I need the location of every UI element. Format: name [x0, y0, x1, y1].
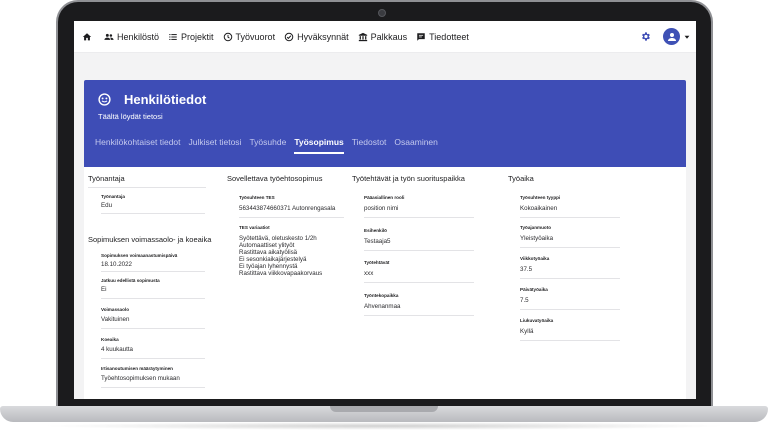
- tab-henkilokohtaiset-tiedot[interactable]: Henkilökohtaiset tiedot: [95, 137, 181, 154]
- user-avatar[interactable]: [663, 28, 680, 45]
- nav-hyvaksynnat[interactable]: Hyväksynnät: [284, 32, 349, 42]
- field-value: Testaaja5: [364, 238, 391, 245]
- section-title-tes: Sovellettava työehtosopimus: [227, 174, 323, 183]
- field-value: 4 kuukautta: [101, 346, 133, 353]
- divider: [520, 278, 620, 279]
- list-icon: [169, 33, 177, 40]
- top-navigation: Henkilöstö Projektit Työvuorot Hyväksynn…: [74, 21, 696, 53]
- bank-icon: [358, 32, 367, 41]
- field-label: Esihenkilö: [364, 228, 387, 233]
- divider: [239, 217, 344, 218]
- nav-tiedotteet[interactable]: Tiedotteet: [416, 32, 469, 42]
- field-label-tes-variants: TES variaatiot: [239, 225, 270, 230]
- nav-label: Henkilöstö: [117, 31, 160, 42]
- nav-home[interactable]: [82, 32, 95, 42]
- field-label: Työtehtävät: [364, 260, 390, 265]
- app-screen: Henkilöstö Projektit Työvuorot Hyväksynn…: [74, 21, 696, 399]
- laptop-notch: [330, 406, 438, 412]
- section-title-duties: Työtehtävät ja työn suorituspaikka: [352, 174, 465, 183]
- tab-tyosopimus[interactable]: Työsopimus: [294, 137, 344, 154]
- field-value: Kokoaikainen: [520, 205, 558, 212]
- field-label: Voimassaolo: [101, 307, 129, 312]
- camera-icon: [378, 9, 386, 17]
- chevron-down-icon[interactable]: [684, 34, 690, 40]
- profile-tabs: Henkilökohtaiset tiedot Julkiset tietosi…: [95, 137, 446, 154]
- field-value-tes: 563443874660371 Autonrengasala: [239, 205, 336, 212]
- section-title-validity: Sopimuksen voimassaolo- ja koeaika: [88, 235, 212, 244]
- page-title: Henkilötiedot: [124, 92, 207, 107]
- field-label: Työajanmuoto: [520, 225, 552, 230]
- divider: [520, 217, 620, 218]
- clock-icon: [223, 32, 232, 41]
- field-value: xxx: [364, 270, 374, 277]
- field-value: 37.5: [520, 266, 533, 273]
- field-label: Pääasiallinen rooli: [364, 195, 405, 200]
- field-value: 7.5: [520, 297, 529, 304]
- nav-projektit[interactable]: Projektit: [168, 32, 214, 42]
- tab-julkiset-tietosi[interactable]: Julkiset tietosi: [189, 137, 242, 154]
- divider: [101, 271, 205, 272]
- announcement-icon: [417, 32, 425, 41]
- divider: [88, 187, 206, 188]
- nav-label: Palkkaus: [370, 31, 408, 42]
- field-value: 18.10.2022: [101, 261, 132, 268]
- divider: [101, 213, 205, 214]
- field-value: Vakituinen: [101, 316, 130, 323]
- field-value: Yleistyöaika: [520, 235, 554, 242]
- tab-osaaminen[interactable]: Osaaminen: [394, 137, 437, 154]
- field-label: Viikkotyöaika: [520, 256, 550, 261]
- divider: [101, 387, 205, 388]
- field-value-employer: Edu: [101, 202, 113, 209]
- nav-right-actions: [640, 28, 690, 45]
- nav-label: Tiedotteet: [429, 31, 469, 42]
- divider: [101, 358, 205, 359]
- divider: [520, 309, 620, 310]
- field-label-employer: Työnantaja: [101, 194, 125, 199]
- field-value: position nimi: [364, 205, 399, 212]
- divider: [520, 247, 620, 248]
- divider: [364, 217, 474, 218]
- profile-header: Henkilötiedot Täältä löydät tietosi Henk…: [84, 80, 686, 167]
- laptop-shadow: [40, 422, 728, 430]
- field-label: Jatkuu edellistä sopimusta: [101, 278, 160, 283]
- divider: [364, 315, 474, 316]
- page-subtitle: Täältä löydät tietosi: [98, 112, 163, 121]
- field-value: Kyllä: [520, 328, 534, 335]
- field-value: Ahvenanmaa: [364, 303, 401, 310]
- field-label-tes: Työsuhteen TES: [239, 195, 275, 200]
- smiley-logo-icon: [98, 93, 111, 106]
- tab-tyosuhde[interactable]: Työsuhde: [249, 137, 286, 154]
- nav-henkilosto[interactable]: Henkilöstö: [104, 32, 159, 42]
- contract-content: Työnantaja Työnantaja Edu Sopimuksen voi…: [84, 167, 686, 399]
- nav-label: Projektit: [181, 31, 214, 42]
- nav-label: Työvuorot: [235, 31, 276, 42]
- tab-tiedostot[interactable]: Tiedostot: [352, 137, 387, 154]
- tes-variant: Rastittava viikkovapaakorvaus: [239, 270, 323, 277]
- avatar-person-icon: [667, 32, 676, 41]
- field-label: Koeaika: [101, 337, 119, 342]
- field-value: Ei: [101, 286, 107, 293]
- section-title-employer: Työnantaja: [88, 174, 125, 183]
- divider: [364, 282, 474, 283]
- people-icon: [104, 33, 114, 40]
- home-icon: [82, 32, 92, 40]
- check-circle-icon: [284, 32, 294, 41]
- nav-tyovuorot[interactable]: Työvuorot: [223, 31, 276, 42]
- field-label: Työsuhteen tyyppi: [520, 195, 561, 200]
- field-label: Sopimuksen voimaanastumispäivä: [101, 253, 178, 258]
- divider: [101, 328, 205, 329]
- field-value: Työehtosopimuksen mukaan: [101, 375, 180, 382]
- divider: [364, 250, 474, 251]
- nav-label: Hyväksynnät: [297, 31, 349, 42]
- divider: [101, 298, 205, 299]
- field-label: Päivätyöaika: [520, 287, 548, 292]
- field-label: Työntekopaikka: [364, 293, 399, 298]
- field-label: Irtisanoutumisen määräytyminen: [101, 366, 173, 371]
- laptop-mockup: Henkilöstö Projektit Työvuorot Hyväksynn…: [0, 0, 768, 436]
- divider: [520, 340, 620, 341]
- field-label: Liukuvatyöaika: [520, 318, 554, 323]
- section-title-worktime: Työaika: [508, 174, 534, 183]
- nav-palkkaus[interactable]: Palkkaus: [358, 31, 408, 42]
- gear-icon[interactable]: [640, 31, 651, 42]
